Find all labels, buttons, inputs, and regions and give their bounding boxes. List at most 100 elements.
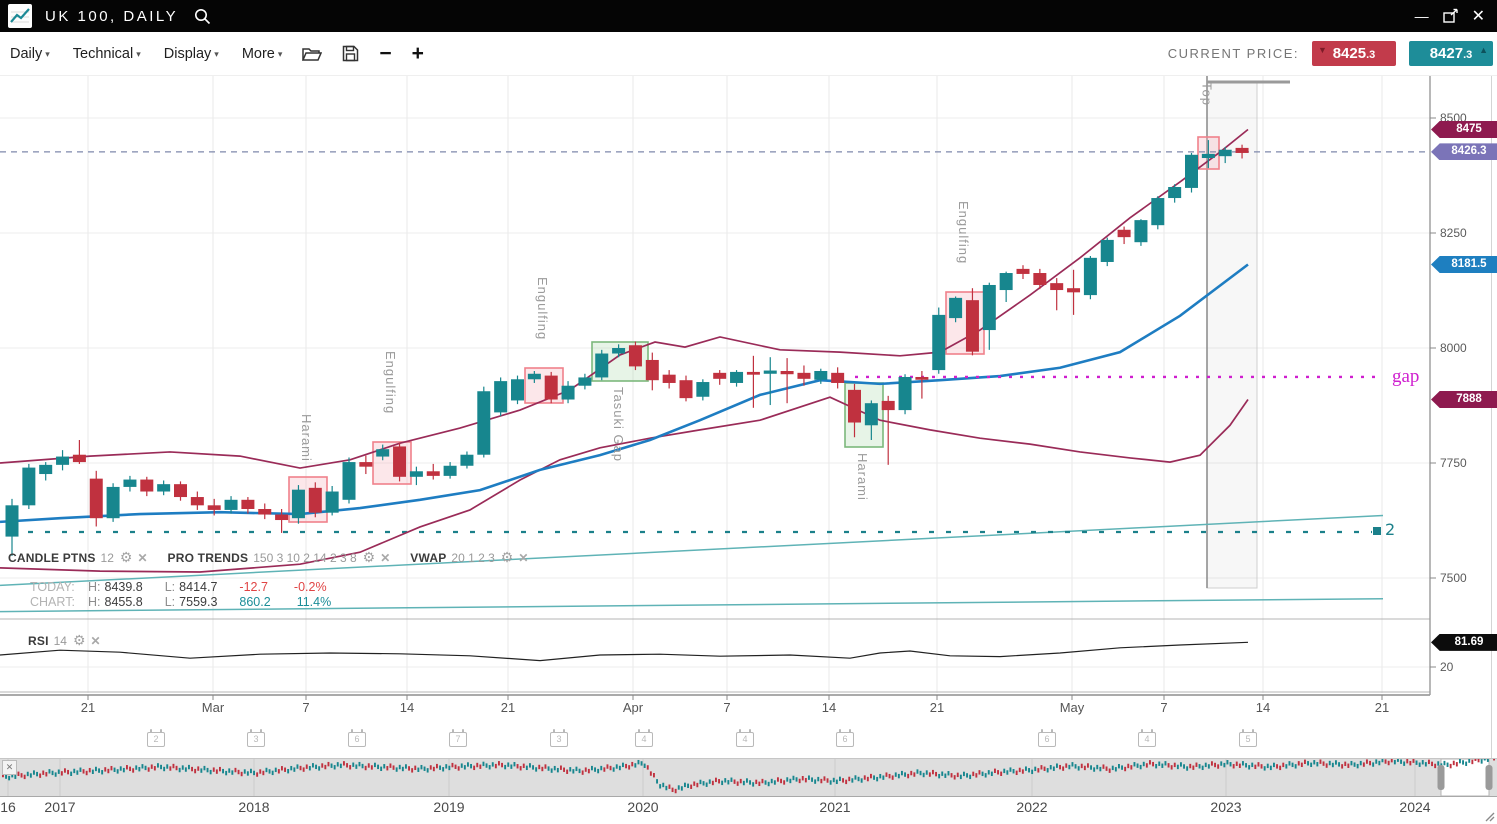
calendar-event-icon[interactable]: 7 <box>449 732 467 747</box>
chart-canvas[interactable]: CANDLE PTNS 12 ⚙ ✕ PRO TRENDS 150 3 10 2… <box>0 75 1497 758</box>
navigator-mini-candle <box>1053 767 1055 771</box>
gear-icon[interactable]: ⚙ <box>120 549 133 566</box>
chart-high: 8455.8 <box>105 595 143 609</box>
navigator-close-icon[interactable]: ✕ <box>2 760 17 775</box>
candle-body <box>1000 273 1013 290</box>
candle-body <box>1151 198 1164 225</box>
navigator-mini-candle <box>262 771 264 775</box>
calendar-event-icon[interactable]: 3 <box>247 732 265 747</box>
navigator-mini-candle <box>1366 759 1368 763</box>
gear-icon[interactable]: ⚙ <box>501 549 514 566</box>
navigator-mini-candle <box>64 768 66 772</box>
navigator-mini-candle <box>855 775 857 779</box>
navigator-mini-candle <box>1338 762 1340 766</box>
menu-technical[interactable]: Technical▾ <box>73 46 141 62</box>
candle-body <box>460 455 473 466</box>
calendar-event-icon[interactable]: 4 <box>635 732 653 747</box>
navigator-mini-candle <box>483 762 485 766</box>
resize-grip[interactable] <box>1485 812 1495 822</box>
sell-price-button[interactable]: ▼ 8425.3 <box>1312 41 1396 66</box>
navigator-mini-candle <box>851 778 853 782</box>
navigator-mini-candle <box>61 771 63 775</box>
gear-icon[interactable]: ⚙ <box>73 632 86 649</box>
menu-more[interactable]: More▾ <box>242 46 283 62</box>
candle-body <box>578 377 591 385</box>
navigator-mini-candle <box>557 768 559 772</box>
gap-annotation: gap <box>1392 366 1419 388</box>
navigator-mini-candle <box>1298 761 1300 765</box>
navigator-mini-candle <box>727 780 729 784</box>
close-button[interactable]: ✕ <box>1472 6 1485 26</box>
navigator-mini-candle <box>256 772 258 776</box>
navigator-mini-candle <box>24 775 26 779</box>
zoom-out-button[interactable]: − <box>379 44 391 64</box>
chevron-down-icon: ▾ <box>45 49 50 59</box>
navigator-mini-candle <box>126 765 128 769</box>
menu-timeframe[interactable]: Daily▾ <box>10 46 50 62</box>
calendar-event-icon[interactable]: 2 <box>147 732 165 747</box>
today-low: 8414.7 <box>179 580 217 594</box>
navigator-mini-candle <box>151 764 153 768</box>
remove-indicator-icon[interactable]: ✕ <box>91 634 101 648</box>
navigator-mini-candle <box>886 772 888 776</box>
navigator-mini-candle <box>1326 763 1328 767</box>
navigator-mini-candle <box>194 769 196 773</box>
navigator-mini-candle <box>1199 764 1201 768</box>
navigator-mini-candle <box>204 766 206 770</box>
navigator-drag-handle[interactable] <box>1438 765 1445 790</box>
navigator-mini-candle <box>76 770 78 774</box>
calendar-event-icon[interactable]: 4 <box>1138 732 1156 747</box>
navigator-drag-handle[interactable] <box>1486 765 1493 790</box>
navigator-mini-candle <box>1425 762 1427 766</box>
navigator-mini-candle <box>1323 761 1325 765</box>
navigator-mini-candle <box>1320 759 1322 763</box>
navigator-mini-candle <box>706 783 708 787</box>
navigator-mini-candle <box>1447 763 1449 767</box>
rsi-value-tag: 81.69 <box>1431 634 1497 651</box>
range-navigator[interactable]: ✕ <box>0 758 1497 797</box>
navigator-mini-candle <box>817 777 819 781</box>
navigator-mini-candle <box>526 766 528 770</box>
open-folder-button[interactable] <box>302 46 322 62</box>
navigator-mini-candle <box>1385 759 1387 763</box>
navigator-mini-candle <box>951 773 953 777</box>
navigator-mini-candle <box>1103 764 1105 768</box>
navigator-mini-candle <box>1152 762 1154 766</box>
calendar-event-icon[interactable]: 6 <box>348 732 366 747</box>
navigator-mini-candle <box>814 779 816 783</box>
remove-indicator-icon[interactable]: ✕ <box>137 551 147 565</box>
gear-icon[interactable]: ⚙ <box>363 549 376 566</box>
save-button[interactable] <box>342 45 359 62</box>
menu-display[interactable]: Display▾ <box>164 46 219 62</box>
calendar-event-icon[interactable]: 3 <box>550 732 568 747</box>
popout-button[interactable] <box>1442 8 1459 24</box>
calendar-event-icon[interactable]: 5 <box>1239 732 1257 747</box>
navigator-mini-candle <box>1211 761 1213 765</box>
navigator-mini-candle <box>86 771 88 775</box>
navigator-mini-candle <box>8 776 10 780</box>
navigator-mini-candle <box>1022 769 1024 773</box>
navigator-mini-candle <box>1031 770 1033 774</box>
navigator-mini-candle <box>1391 759 1393 762</box>
navigator-mini-candle <box>979 770 981 774</box>
minimize-button[interactable]: — <box>1415 8 1429 24</box>
navigator-mini-candle <box>771 779 773 783</box>
navigator-mini-candle <box>907 774 909 778</box>
navigator-mini-candle <box>213 767 215 771</box>
navigator-mini-candle <box>331 764 333 768</box>
indicator-vwap: VWAP <box>410 551 446 565</box>
navigator-mini-candle <box>1171 765 1173 769</box>
search-icon[interactable] <box>193 7 211 25</box>
navigator-mini-candle <box>284 768 286 772</box>
navigator-mini-candle <box>1065 763 1067 767</box>
buy-price-button[interactable]: 8427.3 ▲ <box>1409 41 1493 66</box>
calendar-event-icon[interactable]: 6 <box>1038 732 1056 747</box>
remove-indicator-icon[interactable]: ✕ <box>380 551 390 565</box>
calendar-event-icon[interactable]: 6 <box>836 732 854 747</box>
navigator-mini-candle <box>293 767 295 771</box>
candle-body <box>258 509 271 515</box>
calendar-event-icon[interactable]: 4 <box>736 732 754 747</box>
navigator-mini-candle <box>1019 768 1021 772</box>
zoom-in-button[interactable]: + <box>412 44 424 64</box>
remove-indicator-icon[interactable]: ✕ <box>518 551 528 565</box>
